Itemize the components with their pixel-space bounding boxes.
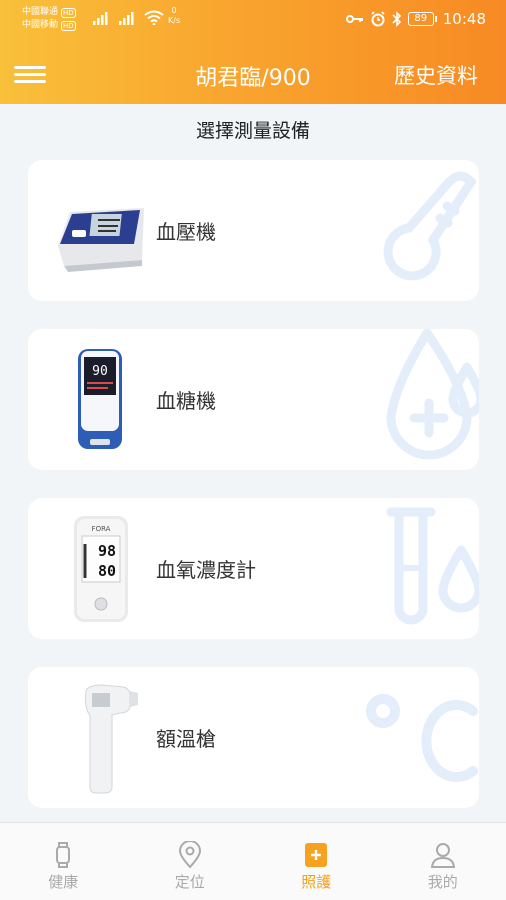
device-label: 血壓機 — [156, 220, 216, 244]
menu-button[interactable] — [14, 62, 46, 88]
wifi-icon — [144, 10, 164, 25]
device-card-pulse-oximeter[interactable]: FORA 98 80 血氧濃度計 — [28, 498, 479, 639]
forehead-thermometer-image — [85, 684, 138, 794]
tab-health[interactable]: 健康 — [0, 823, 127, 900]
device-label: 額溫槍 — [156, 727, 216, 751]
status-bar: 中國聯通 HD 中國移動 HD 0 K/s 89 10:48 — [0, 0, 506, 40]
hd-badge: HD — [61, 7, 76, 18]
signal-icons — [92, 10, 164, 25]
app-header: 中國聯通 HD 中國移動 HD 0 K/s 89 10:48 胡君臨/900 歷… — [0, 0, 506, 104]
status-right: 89 10:48 — [345, 10, 486, 28]
tab-profile[interactable]: 我的 — [380, 823, 506, 900]
network-speed-unit: K/s — [168, 16, 181, 25]
oximeter-spo2: 98 — [98, 542, 116, 560]
network-speed: 0 K/s — [168, 6, 180, 26]
oximeter-brand: FORA — [92, 525, 111, 533]
care-box-icon — [305, 843, 328, 867]
tab-location[interactable]: 定位 — [127, 823, 254, 900]
blood-glucose-meter-image: 90 — [78, 349, 122, 449]
key-icon — [345, 15, 363, 23]
alarm-icon — [371, 11, 385, 27]
blood-drop-plus-icon — [386, 329, 479, 460]
test-tube-drop-icon — [386, 507, 479, 625]
device-card-blood-glucose[interactable]: 90 血糖機 — [28, 329, 479, 470]
device-label: 血糖機 — [156, 389, 216, 413]
pulse-oximeter-image: FORA 98 80 — [74, 516, 128, 622]
thermometer-icon — [383, 171, 477, 281]
carrier-1-label: 中國聯通 — [22, 7, 59, 17]
tab-care[interactable]: 照護 — [253, 823, 380, 900]
carrier-2-label: 中國移動 — [22, 20, 59, 30]
tab-label: 照護 — [301, 873, 332, 891]
bluetooth-icon — [392, 11, 401, 27]
glucose-reading: 90 — [92, 364, 108, 379]
blood-pressure-monitor-image — [58, 208, 144, 272]
tab-label: 我的 — [427, 873, 458, 891]
device-card-blood-pressure[interactable]: 血壓機 — [28, 160, 479, 301]
signal-strength-icon — [93, 12, 108, 25]
user-icon — [430, 843, 455, 868]
signal-strength-icon — [119, 12, 134, 25]
section-title: 選擇測量設備 — [195, 120, 310, 142]
oximeter-pulse: 80 — [98, 562, 116, 580]
bottom-tab-bar: 健康 定位 照護 我的 — [0, 822, 506, 900]
status-time: 10:48 — [442, 10, 486, 28]
network-speed-value: 0 — [171, 6, 177, 15]
location-pin-icon — [178, 841, 201, 869]
history-button[interactable]: 歷史資料 — [394, 60, 478, 90]
carrier-info: 中國聯通 HD 中國移動 HD — [22, 6, 76, 32]
tab-label: 定位 — [174, 873, 205, 891]
battery-level: 89 — [407, 12, 434, 26]
hd-badge: HD — [61, 20, 76, 31]
title-bar: 胡君臨/900 歷史資料 — [0, 52, 506, 100]
watch-icon — [56, 842, 71, 868]
device-card-forehead-thermometer[interactable]: 額溫槍 — [28, 667, 479, 808]
tab-label: 健康 — [48, 873, 79, 891]
device-label: 血氧濃度計 — [156, 558, 256, 582]
celsius-icon — [366, 694, 478, 782]
battery-indicator: 89 — [407, 12, 437, 26]
